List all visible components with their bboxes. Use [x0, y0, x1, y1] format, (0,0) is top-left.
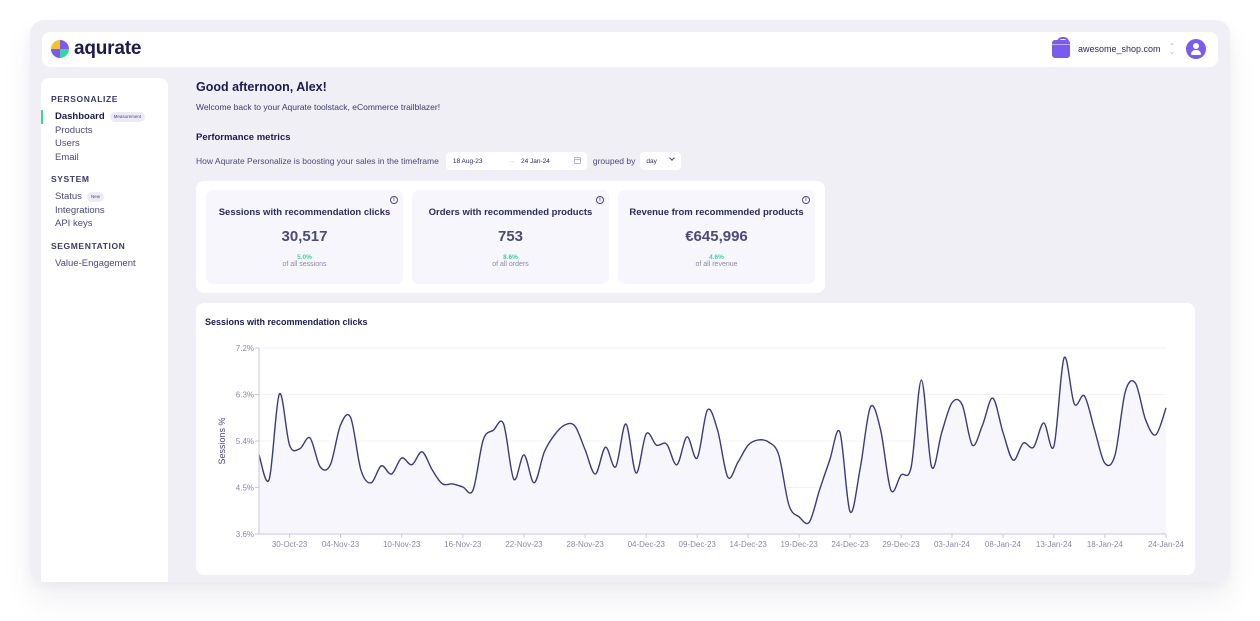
- sessions-line-chart[interactable]: 3.6% 4.5% 5.4% 6.3% 7.2% 30-Oct-23 04-Nov-23 10…: [196, 303, 1195, 575]
- sidebar-item-api-keys[interactable]: API keys: [41, 217, 168, 231]
- sidebar-item-products[interactable]: Products: [41, 124, 168, 138]
- brand-logo[interactable]: aqurate: [51, 39, 141, 59]
- kpi-value: 753: [497, 228, 524, 245]
- sidebar-item-users[interactable]: Users: [41, 137, 168, 151]
- sidebar-item-email[interactable]: Email: [41, 151, 168, 165]
- filter-description: How Aqurate Personalize is boosting your…: [196, 156, 439, 166]
- y-tick-label: 5.4%: [236, 437, 254, 446]
- x-tick-label: 13-Jan-24: [1036, 540, 1073, 549]
- x-tick-label: 22-Nov-23: [505, 540, 543, 549]
- x-tick-label: 03-Jan-24: [934, 540, 971, 549]
- sidebar-item-value-engagement[interactable]: Value-Engagement: [41, 257, 168, 271]
- kpi-panel: i Sessions with recommendation clicks 30…: [196, 181, 825, 293]
- chevron-up-down-icon[interactable]: ⌃ ⌄: [1166, 43, 1178, 56]
- x-tick-label: 09-Dec-23: [679, 540, 717, 549]
- shop-name: awesome_shop.com: [1078, 44, 1161, 54]
- measurement-badge: Measurement: [109, 111, 146, 122]
- kpi-percentage: 5.0%: [297, 254, 312, 261]
- sidebar-item-label: Products: [55, 124, 93, 136]
- shopping-bag-icon: [1052, 37, 1070, 58]
- sidebar: PERSONALIZE Dashboard Measurement Produc…: [41, 78, 168, 582]
- x-tick-label: 04-Nov-23: [322, 540, 360, 549]
- kpi-title: Orders with recommended products: [428, 207, 593, 218]
- x-tick-label: 28-Nov-23: [566, 540, 604, 549]
- section-title: Performance metrics: [196, 132, 291, 143]
- sidebar-item-label: Value-Engagement: [55, 257, 136, 269]
- x-tick-label: 04-Dec-23: [628, 540, 666, 549]
- sidebar-item-dashboard[interactable]: Dashboard Measurement: [41, 110, 168, 124]
- x-tick-label: 29-Dec-23: [882, 540, 920, 549]
- kpi-subtitle: of all sessions: [282, 261, 327, 268]
- x-tick-label: 10-Nov-23: [383, 540, 421, 549]
- sidebar-item-integrations[interactable]: Integrations: [41, 204, 168, 218]
- grouped-by-label: grouped by: [592, 156, 636, 166]
- sidebar-section-segmentation: SEGMENTATION: [51, 240, 126, 251]
- sidebar-item-label: API keys: [55, 218, 93, 229]
- date-range-picker[interactable]: 18 Aug-23 → 24 Jan-24: [445, 152, 587, 170]
- y-axis-title: Sessions %: [217, 417, 227, 464]
- calendar-icon[interactable]: [573, 157, 581, 164]
- x-tick-label: 16-Nov-23: [444, 540, 482, 549]
- shop-switcher[interactable]: awesome_shop.com ⌃ ⌄: [1052, 37, 1206, 59]
- date-to[interactable]: 24 Jan-24: [521, 158, 550, 165]
- kpi-card-sessions: i Sessions with recommendation clicks 30…: [206, 190, 403, 284]
- info-icon[interactable]: i: [802, 196, 810, 204]
- sidebar-item-label: Integrations: [55, 204, 105, 216]
- chevron-down-icon: [669, 155, 676, 161]
- sidebar-item-label: Dashboard: [55, 111, 105, 122]
- x-tick-label: 14-Dec-23: [729, 540, 767, 549]
- series-area: [259, 357, 1166, 534]
- sidebar-section-system: SYSTEM: [51, 174, 90, 184]
- kpi-value: €645,996: [685, 228, 748, 245]
- kpi-card-orders: i Orders with recommended products 753 8…: [412, 190, 609, 284]
- top-bar: aqurate awesome_shop.com ⌃ ⌄: [42, 32, 1218, 67]
- kpi-title: Revenue from recommended products: [629, 207, 804, 218]
- arrow-right-icon: →: [508, 157, 515, 165]
- sessions-chart-card: Sessions with recommendation clicks 3.6%…: [196, 303, 1195, 575]
- sidebar-item-label: Email: [55, 151, 79, 163]
- group-by-value: day: [646, 157, 657, 165]
- x-tick-label: 30-Oct-23: [272, 540, 308, 549]
- y-tick-label: 4.5%: [236, 484, 254, 493]
- kpi-percentage: 8.6%: [503, 254, 518, 261]
- app-window: aqurate awesome_shop.com ⌃ ⌄ PERSONALIZE …: [30, 20, 1230, 582]
- sidebar-item-label: Users: [55, 138, 80, 149]
- kpi-subtitle: of all revenue: [695, 261, 738, 268]
- sidebar-item-status[interactable]: Status New: [41, 190, 168, 204]
- sidebar-section-personalize: PERSONALIZE: [51, 94, 119, 104]
- y-tick-label: 7.2%: [236, 344, 254, 353]
- x-tick-label: 24-Jan-24: [1148, 540, 1185, 549]
- greeting-heading: Good afternoon, Alex!: [196, 80, 327, 94]
- brand-name: aqurate: [74, 38, 142, 59]
- aqurate-logo-icon: [51, 40, 69, 58]
- kpi-title: Sessions with recommendation clicks: [218, 207, 391, 218]
- kpi-subtitle: of all orders: [492, 261, 529, 268]
- info-icon[interactable]: i: [390, 196, 398, 204]
- x-tick-label: 18-Jan-24: [1087, 540, 1124, 549]
- x-tick-label: 08-Jan-24: [985, 540, 1022, 549]
- timeframe-filter: How Aqurate Personalize is boosting your…: [196, 152, 682, 170]
- x-tick-label: 24-Dec-23: [831, 540, 869, 549]
- new-badge: New: [86, 191, 104, 202]
- info-icon[interactable]: i: [596, 196, 604, 204]
- user-avatar-icon[interactable]: [1186, 39, 1206, 59]
- group-by-select[interactable]: day: [640, 152, 682, 170]
- kpi-card-revenue: i Revenue from recommended products €645…: [618, 190, 815, 284]
- sidebar-item-label: Status: [55, 191, 82, 202]
- kpi-value: 30,517: [281, 228, 328, 245]
- y-tick-label: 3.6%: [236, 530, 254, 539]
- welcome-text: Welcome back to your Aqurate toolstack, …: [196, 102, 441, 112]
- x-tick-label: 19-Dec-23: [780, 540, 818, 549]
- date-from[interactable]: 18 Aug-23: [453, 158, 483, 165]
- kpi-percentage: 4.6%: [709, 254, 724, 261]
- y-tick-label: 6.3%: [236, 391, 254, 400]
